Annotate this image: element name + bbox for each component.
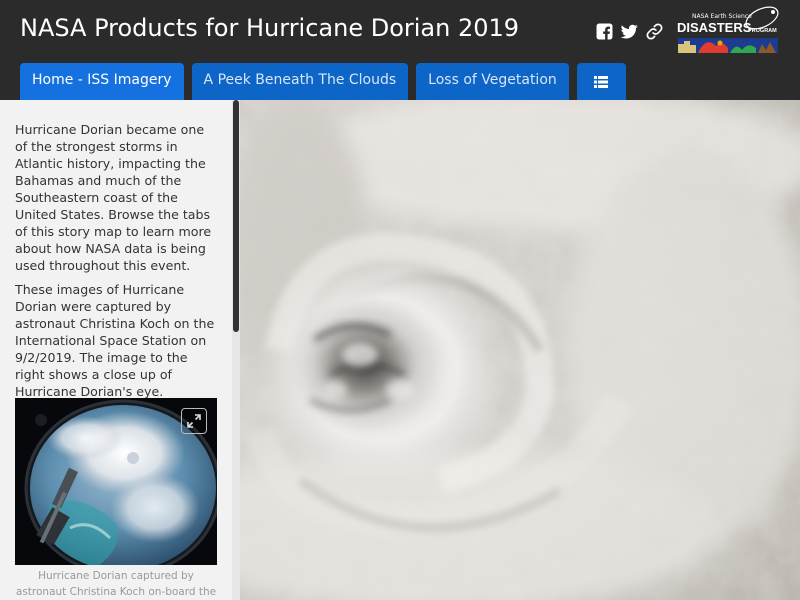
logo-small-text: NASA Earth Science xyxy=(692,13,752,20)
thumbnail-caption: Hurricane Dorian captured by astronaut C… xyxy=(15,570,217,598)
disasters-program-logo[interactable]: NASA Earth Science DISASTERS PROGRAM xyxy=(676,6,780,54)
logo-big-text: DISASTERS xyxy=(677,20,752,35)
iss-paragraph: These images of Hurricane Dorian were ca… xyxy=(15,282,215,399)
tab-list[interactable] xyxy=(576,63,626,100)
link-icon[interactable] xyxy=(646,23,663,40)
app-header: NASA Products for Hurricane Dorian 2019 … xyxy=(0,0,800,100)
scrollbar-thumb[interactable] xyxy=(233,100,239,332)
tab-peek-beneath-clouds[interactable]: A Peek Beneath The Clouds xyxy=(191,63,409,100)
hurricane-thumbnail[interactable] xyxy=(15,398,217,565)
logo-program-text: PROGRAM xyxy=(748,28,777,34)
side-panel-text: Hurricane Dorian became one of the stron… xyxy=(15,121,220,407)
tab-home-iss-imagery[interactable]: Home - ISS Imagery xyxy=(20,63,184,100)
list-icon xyxy=(594,75,609,88)
side-panel-scrollbar[interactable] xyxy=(232,100,240,600)
social-links xyxy=(596,23,663,40)
twitter-icon[interactable] xyxy=(621,23,638,40)
expand-icon xyxy=(187,414,201,428)
tab-bar: Home - ISS Imagery A Peek Beneath The Cl… xyxy=(20,63,626,100)
side-panel: Hurricane Dorian became one of the stron… xyxy=(0,100,240,600)
expand-button[interactable] xyxy=(181,408,207,434)
intro-paragraph: Hurricane Dorian became one of the stron… xyxy=(15,122,212,273)
hurricane-eye-photo xyxy=(240,100,800,600)
facebook-icon[interactable] xyxy=(596,23,613,40)
tab-loss-of-vegetation[interactable]: Loss of Vegetation xyxy=(416,63,569,100)
hurricane-eye-image xyxy=(240,100,800,600)
page-title: NASA Products for Hurricane Dorian 2019 xyxy=(20,14,520,42)
